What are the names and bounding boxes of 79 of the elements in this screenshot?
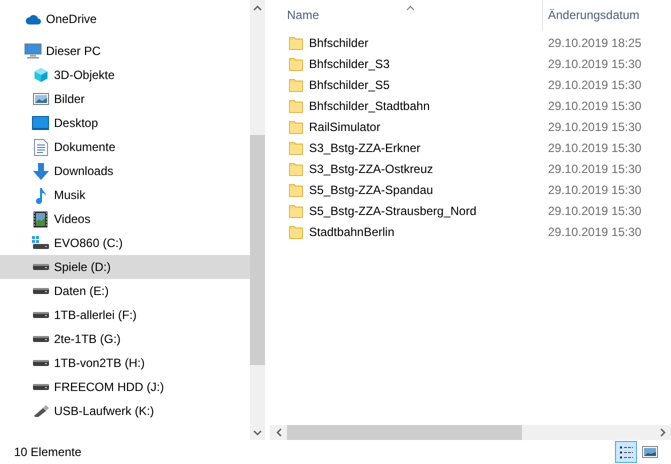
folder-icon: [289, 182, 303, 196]
navigation-item[interactable]: Dokumente: [0, 135, 250, 159]
cube-icon: [32, 67, 48, 83]
folder-icon: [289, 140, 303, 154]
navigation-item[interactable]: FREECOM HDD (J:): [0, 375, 250, 399]
file-name[interactable]: S5_Bstg-ZZA-Strausberg_Nord: [309, 204, 476, 218]
sort-ascending-icon: [406, 5, 415, 11]
modified-date: 29.10.2019 18:25: [548, 36, 642, 50]
navigation-item[interactable]: 2te-1TB (G:): [0, 327, 250, 351]
navigation-item[interactable]: Spiele (D:): [0, 255, 250, 279]
music-note-icon: [34, 186, 46, 204]
computer-icon: [24, 43, 42, 59]
folder-icon: [289, 78, 303, 92]
drive-icon: [32, 383, 50, 391]
folder-icon: [289, 98, 303, 112]
navigation-item[interactable]: 1TB-von2TB (H:): [0, 351, 250, 375]
drive-icon: [32, 287, 50, 295]
file-name[interactable]: Bhfschilder_S5: [309, 78, 390, 92]
vertical-scrollbar[interactable]: [250, 0, 265, 440]
folder-icon: [289, 162, 303, 176]
navigation-item[interactable]: Desktop: [0, 111, 250, 135]
modified-date: 29.10.2019 15:30: [548, 78, 642, 92]
download-arrow-icon: [32, 162, 48, 180]
modified-date: 29.10.2019 15:30: [548, 56, 642, 70]
file-name[interactable]: S5_Bstg-ZZA-Spandau: [309, 182, 434, 196]
details-view-icon: [618, 446, 634, 458]
scroll-up-icon[interactable]: [253, 4, 262, 10]
details-view-button[interactable]: [615, 441, 637, 463]
system-drive-icon: [32, 236, 50, 250]
modified-date: 29.10.2019 15:30: [548, 162, 642, 176]
navigation-item[interactable]: Downloads: [0, 159, 250, 183]
navigation-item[interactable]: Dieser PC: [0, 39, 250, 63]
modified-date: 29.10.2019 15:30: [548, 98, 642, 112]
scroll-left-icon[interactable]: [276, 428, 282, 437]
file-name[interactable]: Bhfschilder: [309, 36, 368, 50]
modified-date: 29.10.2019 15:30: [548, 204, 642, 218]
scroll-down-icon[interactable]: [253, 430, 262, 436]
drive-icon: [32, 263, 50, 271]
navigation-item[interactable]: Bilder: [0, 87, 250, 111]
cloud-icon: [24, 14, 40, 24]
file-name[interactable]: RailSimulator: [309, 120, 380, 134]
file-name[interactable]: StadtbahnBerlin: [309, 224, 394, 238]
drive-icon: [32, 359, 50, 367]
modified-date: 29.10.2019 15:30: [548, 120, 642, 134]
usb-stick-icon: [32, 405, 50, 417]
scrollbar-thumb[interactable]: [287, 425, 522, 440]
picture-icon: [32, 92, 48, 106]
folder-icon: [289, 36, 303, 50]
folder-icon: [289, 56, 303, 70]
navigation-item[interactable]: EVO860 (C:): [0, 231, 250, 255]
navigation-item[interactable]: USB-Laufwerk (K:): [0, 399, 250, 423]
drive-icon: [32, 335, 50, 343]
navigation-item[interactable]: Daten (E:): [0, 279, 250, 303]
drive-icon: [32, 311, 50, 319]
navigation-item[interactable]: 3D-Objekte: [0, 63, 250, 87]
file-name[interactable]: S3_Bstg-ZZA-Erkner: [309, 140, 420, 154]
navigation-item[interactable]: Musik: [0, 183, 250, 207]
navigation-item[interactable]: Videos: [0, 207, 250, 231]
modified-date: 29.10.2019 15:30: [548, 224, 642, 238]
item-count: 10 Elemente: [14, 445, 82, 459]
horizontal-scrollbar[interactable]: [270, 425, 671, 440]
scroll-right-icon[interactable]: [660, 428, 666, 437]
file-name[interactable]: S3_Bstg-ZZA-Ostkreuz: [309, 162, 434, 176]
column-header[interactable]: Änderungsdatum: [542, 0, 671, 30]
navigation-item[interactable]: 1TB-allerlei (F:): [0, 303, 250, 327]
navigation-item[interactable]: OneDrive: [0, 7, 250, 31]
file-name[interactable]: Bhfschilder_S3: [309, 56, 390, 70]
folder-icon: [289, 224, 303, 238]
folder-icon: [289, 120, 303, 134]
column-header[interactable]: Name: [270, 0, 542, 30]
picture-icon: [642, 446, 658, 458]
document-icon: [34, 138, 48, 156]
desktop-icon: [32, 116, 49, 130]
folder-icon: [289, 204, 303, 218]
scrollbar-thumb[interactable]: [250, 135, 265, 365]
modified-date: 29.10.2019 15:30: [548, 140, 642, 154]
modified-date: 29.10.2019 15:30: [548, 182, 642, 196]
file-name[interactable]: Bhfschilder_Stadtbahn: [309, 98, 430, 112]
film-icon: [33, 210, 48, 228]
